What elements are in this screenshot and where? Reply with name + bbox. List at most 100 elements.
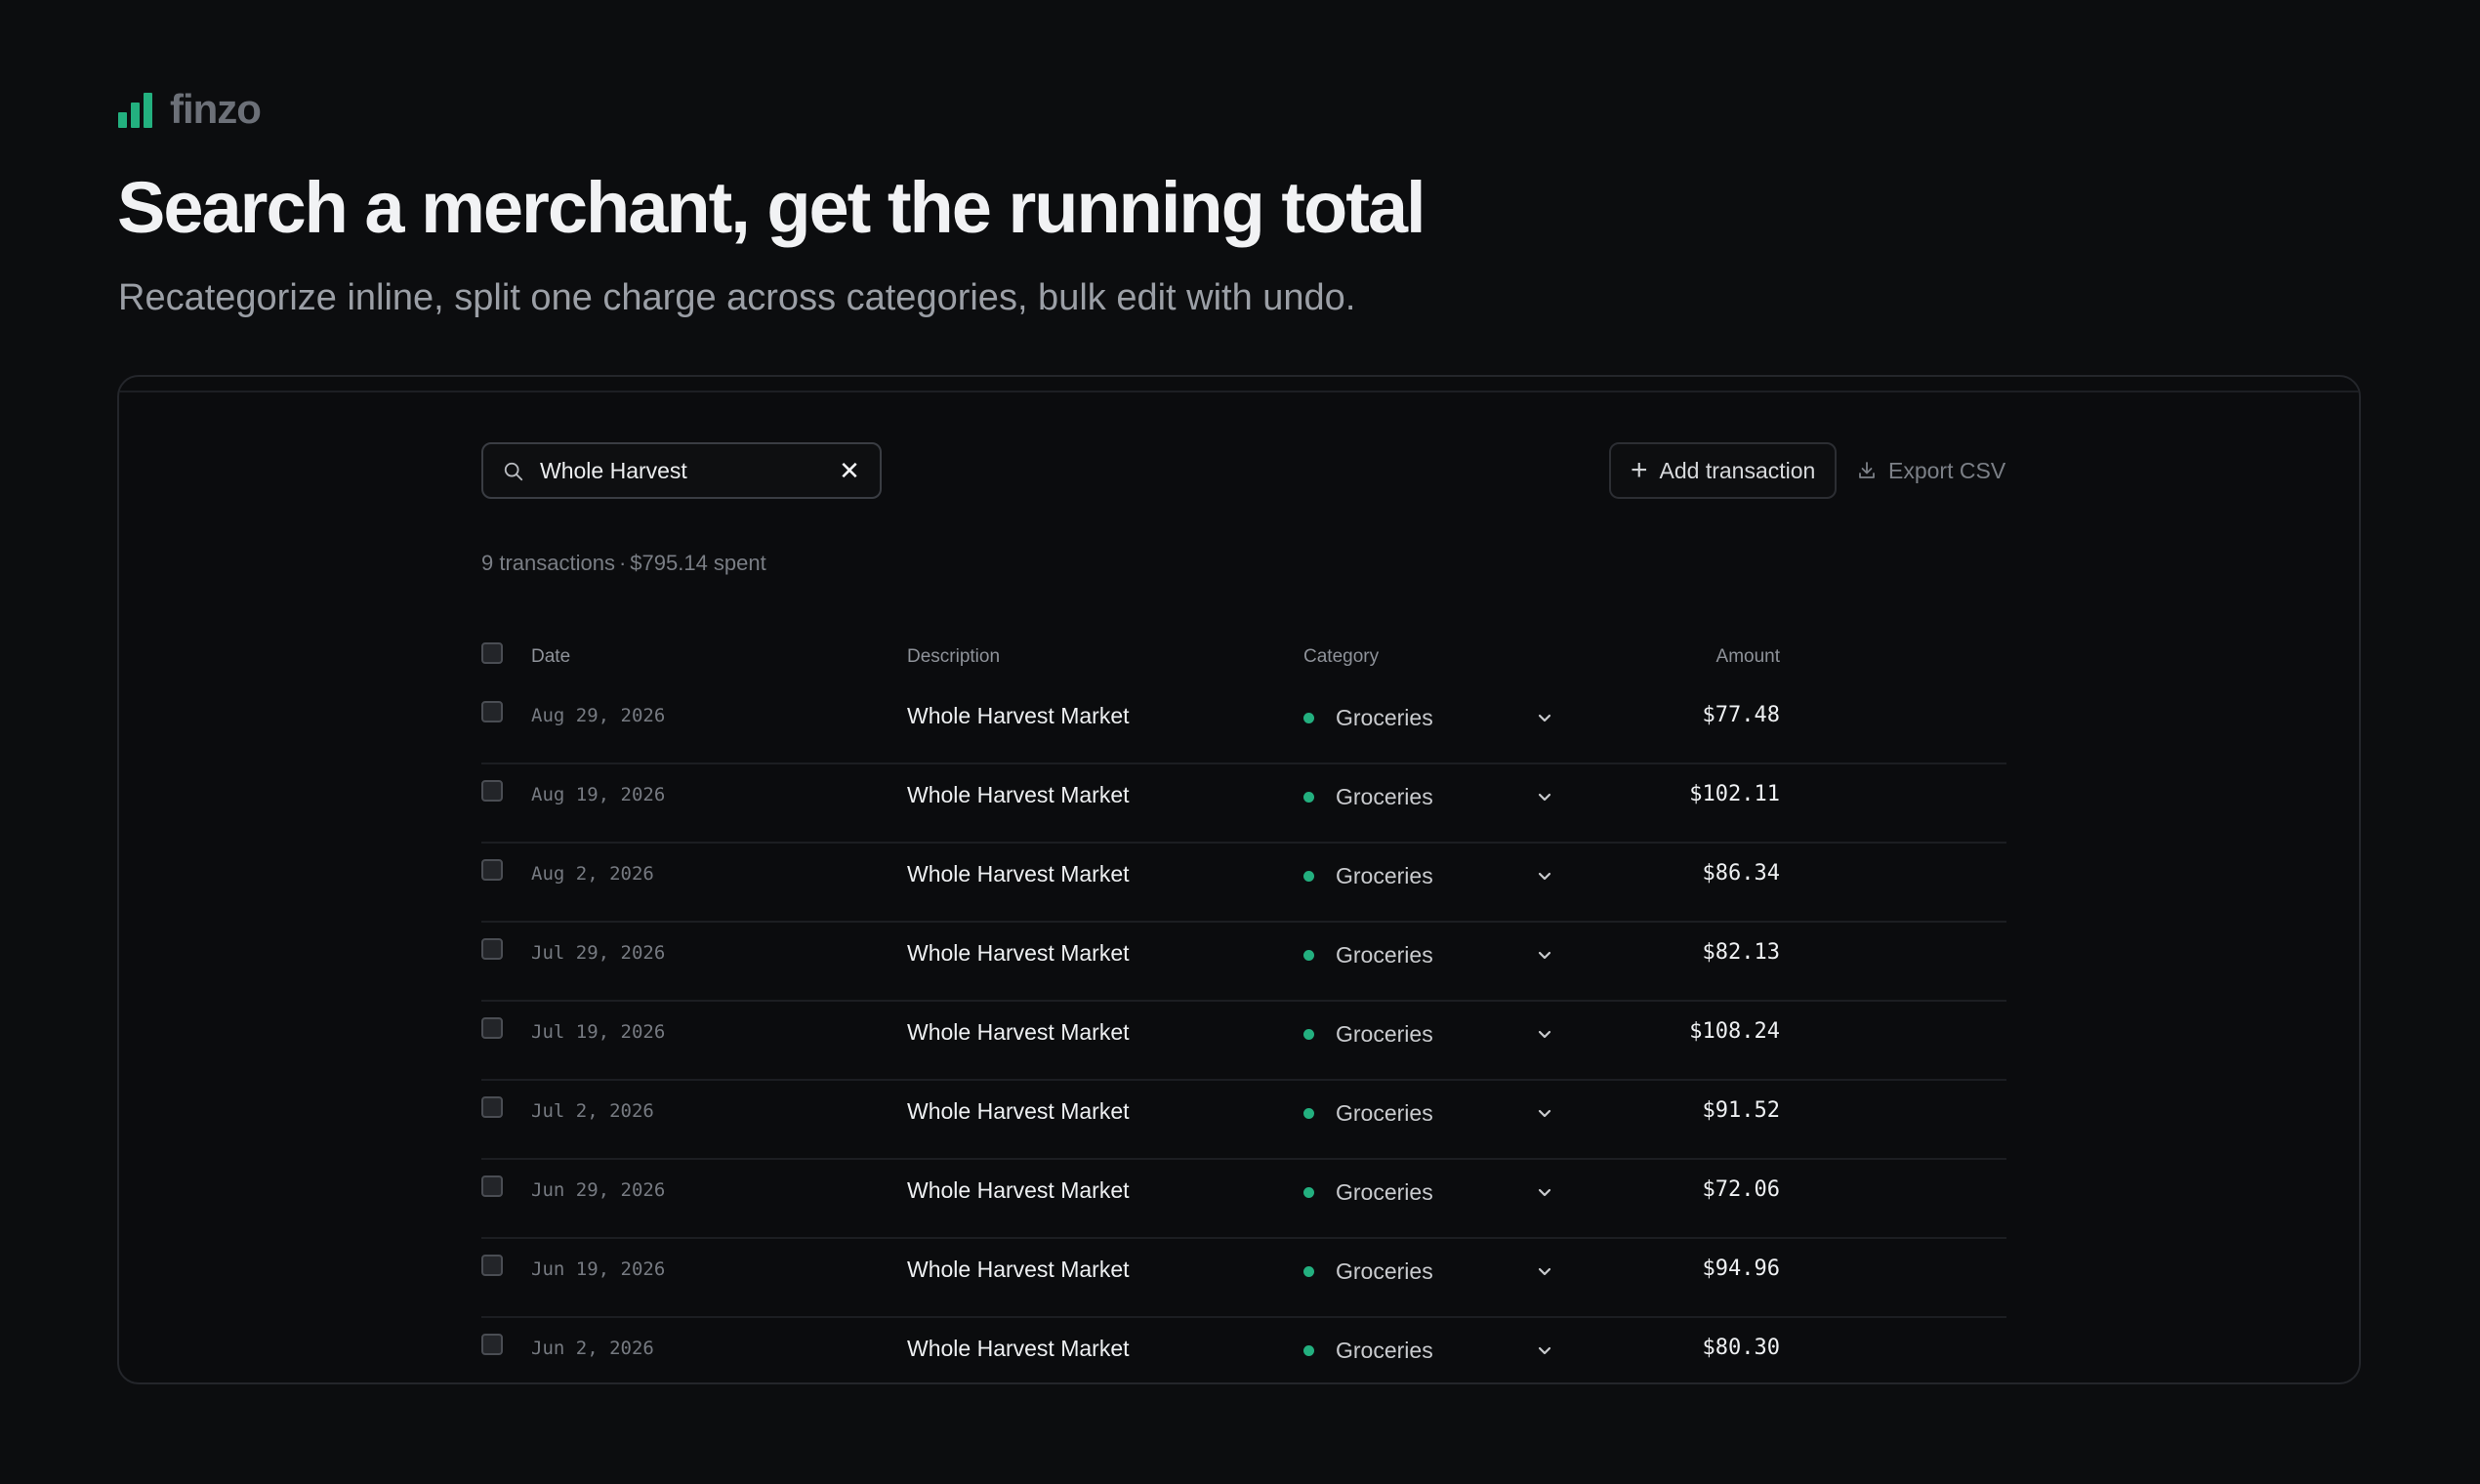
category-dot-icon	[1303, 1265, 1314, 1277]
category-select[interactable]: Groceries	[1303, 1098, 1553, 1128]
search-box[interactable]: ✕	[481, 442, 882, 499]
table-header: Date Description Category Amount	[481, 640, 2006, 685]
transaction-amount[interactable]: $86.34	[1703, 861, 1780, 886]
transaction-description[interactable]: Whole Harvest Market	[907, 1257, 1130, 1283]
table-row[interactable]: Jul 19, 2026 Whole Harvest Market Grocerie…	[481, 1002, 2006, 1081]
results-summary: 9 transactions · $795.14 spent	[481, 551, 766, 576]
summary-separator: ·	[618, 551, 627, 575]
category-label: Groceries	[1336, 1099, 1433, 1126]
table-row[interactable]: Aug 29, 2026 Whole Harvest Market Grocerie…	[481, 685, 2006, 764]
category-label: Groceries	[1336, 1257, 1433, 1284]
category-select[interactable]: Groceries	[1303, 861, 1553, 890]
transactions-panel: ✕ + Add transaction Export CSV 9 transac…	[117, 375, 2361, 1384]
category-dot-icon	[1303, 1344, 1314, 1356]
transaction-count: 9 transactions	[481, 551, 615, 575]
brand-name: finzo	[170, 86, 262, 132]
category-dot-icon	[1303, 1107, 1314, 1119]
transaction-description[interactable]: Whole Harvest Market	[907, 1336, 1130, 1362]
category-label: Groceries	[1336, 1178, 1433, 1205]
transactions-table: Date Description Category Amount Aug 29,…	[481, 640, 2006, 1382]
plus-icon: +	[1631, 454, 1648, 486]
transaction-date: Aug 19, 2026	[531, 784, 666, 805]
transaction-date: Jun 2, 2026	[531, 1338, 654, 1359]
transaction-amount[interactable]: $102.11	[1689, 782, 1780, 806]
transaction-amount[interactable]: $82.13	[1703, 940, 1780, 965]
download-icon	[1859, 462, 1875, 478]
table-row[interactable]: Jun 2, 2026 Whole Harvest Market Groceries…	[481, 1318, 2006, 1382]
category-select[interactable]: Groceries	[1303, 703, 1553, 732]
transaction-description[interactable]: Whole Harvest Market	[907, 1098, 1130, 1125]
chevron-down-icon	[1538, 1188, 1551, 1197]
export-csv-button[interactable]: Export CSV	[1857, 442, 2005, 499]
category-label: Groceries	[1336, 1337, 1433, 1363]
table-row[interactable]: Jun 19, 2026 Whole Harvest Market Grocerie…	[481, 1239, 2006, 1318]
category-select[interactable]: Groceries	[1303, 940, 1553, 969]
category-select[interactable]: Groceries	[1303, 1336, 1553, 1365]
category-dot-icon	[1303, 949, 1314, 961]
header-category: Category	[1303, 646, 1380, 667]
category-label: Groceries	[1336, 941, 1433, 968]
transaction-amount[interactable]: $72.06	[1703, 1177, 1780, 1202]
transaction-date: Jul 29, 2026	[531, 942, 666, 964]
add-transaction-label: Add transaction	[1659, 457, 1816, 483]
category-dot-icon	[1303, 870, 1314, 882]
transaction-amount[interactable]: $94.96	[1703, 1257, 1780, 1281]
category-dot-icon	[1303, 1186, 1314, 1198]
transaction-amount[interactable]: $77.48	[1703, 703, 1780, 727]
clear-search-icon[interactable]: ✕	[839, 458, 860, 483]
transaction-date: Aug 29, 2026	[531, 705, 666, 726]
header-amount: Amount	[1715, 646, 1780, 667]
table-row[interactable]: Jun 29, 2026 Whole Harvest Market Grocerie…	[481, 1160, 2006, 1239]
chevron-down-icon	[1538, 872, 1551, 881]
select-all-checkbox[interactable]	[481, 642, 503, 664]
category-dot-icon	[1303, 1028, 1314, 1040]
category-select[interactable]: Groceries	[1303, 1257, 1553, 1286]
transaction-amount[interactable]: $91.52	[1703, 1098, 1780, 1123]
transaction-description[interactable]: Whole Harvest Market	[907, 861, 1130, 887]
transaction-description[interactable]: Whole Harvest Market	[907, 940, 1130, 967]
row-checkbox[interactable]	[481, 938, 503, 960]
chevron-down-icon	[1538, 714, 1551, 722]
category-label: Groceries	[1336, 862, 1433, 888]
header-date: Date	[531, 646, 571, 667]
transaction-description[interactable]: Whole Harvest Market	[907, 1019, 1130, 1046]
chevron-down-icon	[1538, 951, 1551, 960]
row-checkbox[interactable]	[481, 1175, 503, 1197]
category-select[interactable]: Groceries	[1303, 782, 1553, 811]
transaction-date: Jun 19, 2026	[531, 1258, 666, 1280]
table-body: Aug 29, 2026 Whole Harvest Market Grocerie…	[481, 685, 2006, 1382]
table-row[interactable]: Aug 19, 2026 Whole Harvest Market Grocerie…	[481, 764, 2006, 844]
page: finzo Search a merchant, get the running…	[0, 0, 2480, 1484]
row-checkbox[interactable]	[481, 1017, 503, 1039]
transaction-amount[interactable]: $80.30	[1703, 1336, 1780, 1360]
add-transaction-button[interactable]: + Add transaction	[1609, 442, 1838, 499]
bar-chart-logo-icon	[118, 91, 152, 128]
table-row[interactable]: Aug 2, 2026 Whole Harvest Market Groceries…	[481, 844, 2006, 923]
row-checkbox[interactable]	[481, 1096, 503, 1118]
transaction-date: Jul 19, 2026	[531, 1021, 666, 1043]
category-select[interactable]: Groceries	[1303, 1177, 1553, 1207]
row-checkbox[interactable]	[481, 780, 503, 802]
search-input[interactable]	[540, 454, 833, 487]
transaction-date: Jun 29, 2026	[531, 1179, 666, 1201]
panel-divider	[119, 391, 2359, 392]
transaction-description[interactable]: Whole Harvest Market	[907, 1177, 1130, 1204]
row-checkbox[interactable]	[481, 701, 503, 722]
category-label: Groceries	[1336, 704, 1433, 730]
transaction-date: Jul 2, 2026	[531, 1100, 654, 1122]
transaction-amount[interactable]: $108.24	[1689, 1019, 1780, 1044]
row-checkbox[interactable]	[481, 1334, 503, 1355]
row-checkbox[interactable]	[481, 1255, 503, 1276]
row-checkbox[interactable]	[481, 859, 503, 881]
table-row[interactable]: Jul 2, 2026 Whole Harvest Market Groceries…	[481, 1081, 2006, 1160]
search-icon	[504, 462, 523, 481]
brand: finzo	[118, 86, 262, 133]
chevron-down-icon	[1538, 1109, 1551, 1118]
category-select[interactable]: Groceries	[1303, 1019, 1553, 1049]
header-description: Description	[907, 646, 1001, 667]
transaction-description[interactable]: Whole Harvest Market	[907, 703, 1130, 729]
table-row[interactable]: Jul 29, 2026 Whole Harvest Market Grocerie…	[481, 923, 2006, 1002]
chevron-down-icon	[1538, 1346, 1551, 1355]
transaction-description[interactable]: Whole Harvest Market	[907, 782, 1130, 808]
chevron-down-icon	[1538, 1267, 1551, 1276]
